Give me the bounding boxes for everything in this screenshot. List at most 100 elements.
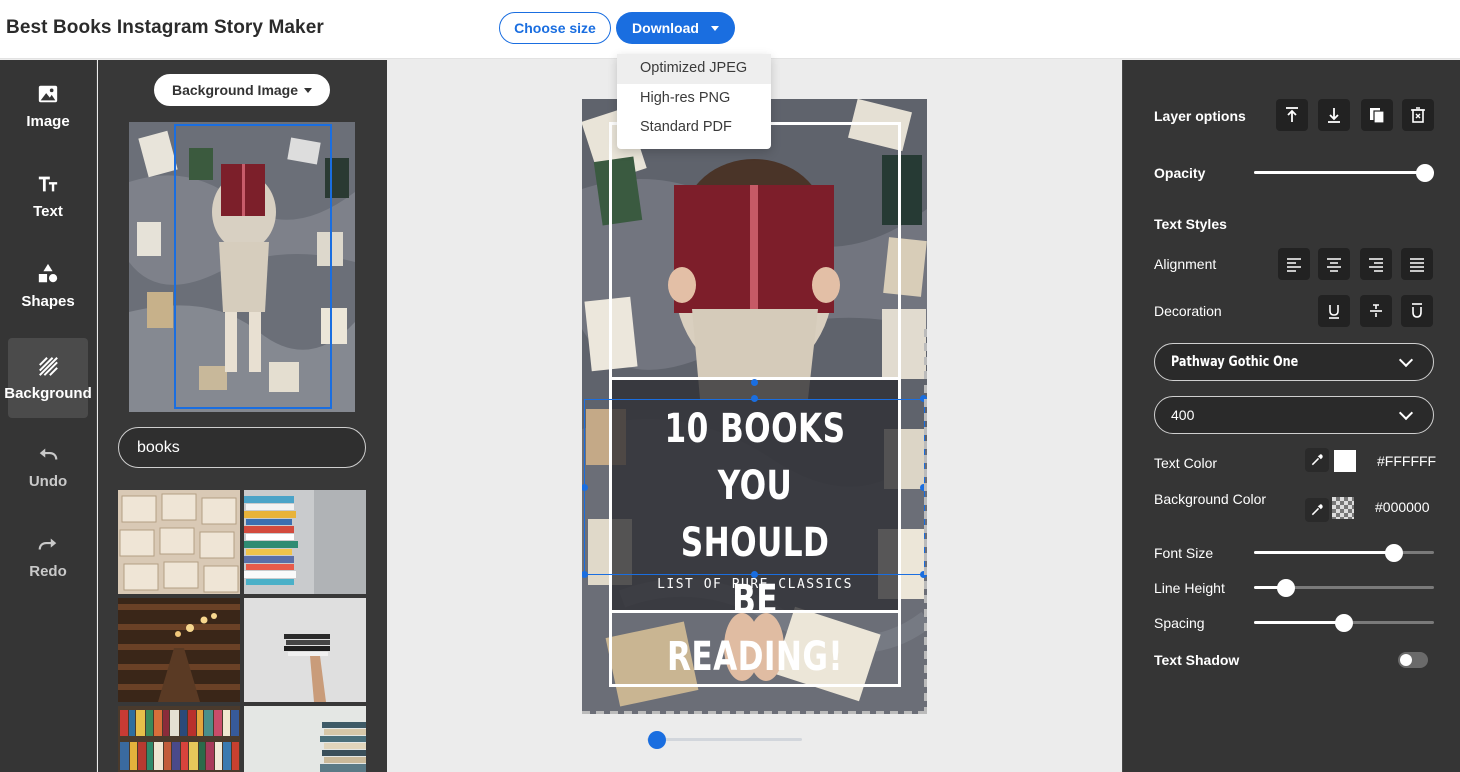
spacing-slider-fill — [1254, 621, 1344, 624]
text-color-swatch[interactable] — [1334, 450, 1356, 472]
decoration-label: Decoration — [1154, 303, 1222, 319]
font-weight-value: 400 — [1171, 407, 1195, 423]
background-color-picker-button[interactable] — [1305, 498, 1329, 522]
align-center-button[interactable] — [1318, 248, 1350, 280]
thumbnail-bookshelf-colorful[interactable] — [118, 706, 240, 772]
thumbnail-book-stack-colorful[interactable] — [244, 490, 366, 594]
redo-icon — [38, 538, 57, 550]
line-height-label: Line Height — [1154, 580, 1225, 596]
overline-icon — [1412, 303, 1422, 318]
send-to-back-button[interactable] — [1318, 99, 1350, 131]
menu-item-standard-pdf[interactable]: Standard PDF — [617, 113, 771, 143]
copy-icon — [1370, 108, 1385, 124]
download-button[interactable]: Download — [616, 12, 735, 44]
rail-label: Text — [33, 202, 63, 220]
text-color-picker-button[interactable] — [1305, 448, 1329, 472]
rotate-handle[interactable] — [751, 379, 758, 386]
text-styles-heading: Text Styles — [1154, 216, 1227, 232]
menu-item-optimized-jpeg[interactable]: Optimized JPEG — [617, 54, 771, 84]
opacity-slider-handle[interactable] — [1416, 163, 1434, 182]
crop-selection[interactable] — [174, 124, 332, 409]
rail-label: Image — [26, 112, 70, 130]
thumbnail-image — [118, 598, 240, 702]
background-panel: Background Image — [98, 60, 387, 772]
text-selection-box[interactable] — [584, 399, 925, 575]
delete-layer-button[interactable] — [1402, 99, 1434, 131]
duplicate-layer-button[interactable] — [1361, 99, 1393, 131]
spacing-slider-handle[interactable] — [1335, 613, 1353, 632]
background-color-hex[interactable]: #000000 — [1375, 499, 1430, 515]
thumbnail-library-corridor[interactable] — [118, 598, 240, 702]
underline-icon — [1329, 305, 1339, 319]
background-icon — [39, 356, 58, 376]
rail-item-image[interactable]: Image — [8, 66, 88, 146]
thumbnail-hand-holding-books[interactable] — [244, 598, 366, 702]
rail-item-text[interactable]: Text — [8, 156, 88, 236]
underline-button[interactable] — [1318, 295, 1350, 327]
strikethrough-button[interactable] — [1360, 295, 1392, 327]
caret-down-icon — [710, 25, 719, 31]
eyedropper-icon — [1311, 454, 1323, 466]
chevron-down-icon — [1398, 352, 1414, 367]
download-label: Download — [632, 20, 699, 36]
story-artboard[interactable]: 10 BOOKS YOU SHOULD BE READING! LIST OF … — [582, 99, 927, 714]
caret-down-icon — [304, 87, 313, 93]
chevron-down-icon — [1398, 405, 1414, 420]
resize-handle-bottom[interactable] — [751, 571, 758, 578]
opacity-slider[interactable] — [1254, 163, 1434, 182]
background-color-swatch[interactable] — [1332, 497, 1354, 519]
zoom-slider-handle[interactable] — [648, 731, 666, 749]
font-size-slider[interactable] — [1254, 543, 1434, 562]
background-type-label: Background Image — [171, 82, 299, 98]
trash-icon — [1411, 107, 1425, 123]
text-color-hex[interactable]: #FFFFFF — [1377, 453, 1436, 469]
text-shadow-toggle[interactable] — [1398, 652, 1428, 668]
rail-label: Background — [4, 384, 92, 402]
font-weight-select[interactable]: 400 — [1154, 396, 1434, 434]
zoom-slider-track[interactable] — [647, 738, 802, 741]
rail-label: Undo — [28, 472, 68, 490]
thumbnail-image — [244, 598, 366, 702]
subheadline-text[interactable]: LIST OF PURE CLASSICS — [612, 577, 898, 592]
align-justify-button[interactable] — [1401, 248, 1433, 280]
strikethrough-icon — [1370, 304, 1382, 317]
spacing-slider[interactable] — [1254, 613, 1434, 632]
opacity-slider-fill — [1254, 171, 1434, 174]
background-type-select[interactable]: Background Image — [154, 74, 330, 106]
align-left-button[interactable] — [1278, 248, 1310, 280]
overline-button[interactable] — [1401, 295, 1433, 327]
design-canvas: 10 BOOKS YOU SHOULD BE READING! LIST OF … — [388, 60, 1122, 772]
eyedropper-icon — [1311, 504, 1323, 516]
font-family-select[interactable]: Pathway Gothic One — [1154, 343, 1434, 381]
rail-label: Shapes — [21, 292, 75, 310]
undo-icon — [39, 448, 58, 460]
rail-item-background[interactable]: Background — [4, 338, 92, 418]
thumbnail-image — [244, 490, 366, 594]
line-height-slider-handle[interactable] — [1277, 578, 1296, 597]
font-size-label: Font Size — [1154, 545, 1214, 561]
choose-size-button[interactable]: Choose size — [499, 12, 611, 44]
rail-item-undo[interactable]: Undo — [8, 426, 88, 506]
rail-label: Redo — [29, 562, 67, 580]
rail-item-redo[interactable]: Redo — [8, 516, 88, 596]
bring-to-front-button[interactable] — [1276, 99, 1308, 131]
thumbnail-image — [244, 706, 366, 772]
thumbnail-open-pages[interactable] — [118, 490, 240, 594]
align-bottom-icon — [1328, 108, 1340, 123]
thumbnail-book-pile-light[interactable] — [244, 706, 366, 772]
rail-item-shapes[interactable]: Shapes — [8, 246, 88, 326]
spacing-label: Spacing — [1154, 615, 1205, 631]
font-size-slider-fill — [1254, 551, 1395, 554]
image-search-input[interactable] — [118, 427, 366, 468]
resize-handle-top[interactable] — [751, 395, 758, 402]
shapes-icon — [38, 263, 58, 282]
image-icon — [38, 85, 58, 102]
line-height-slider[interactable] — [1254, 578, 1434, 597]
align-right-icon — [1369, 258, 1383, 272]
background-preview[interactable] — [129, 122, 355, 412]
align-right-button[interactable] — [1360, 248, 1392, 280]
top-bar: Best Books Instagram Story Maker Choose … — [0, 0, 1460, 59]
layer-options-label: Layer options — [1154, 108, 1246, 124]
menu-item-high-res-png[interactable]: High-res PNG — [617, 84, 771, 114]
font-size-slider-handle[interactable] — [1385, 543, 1404, 562]
